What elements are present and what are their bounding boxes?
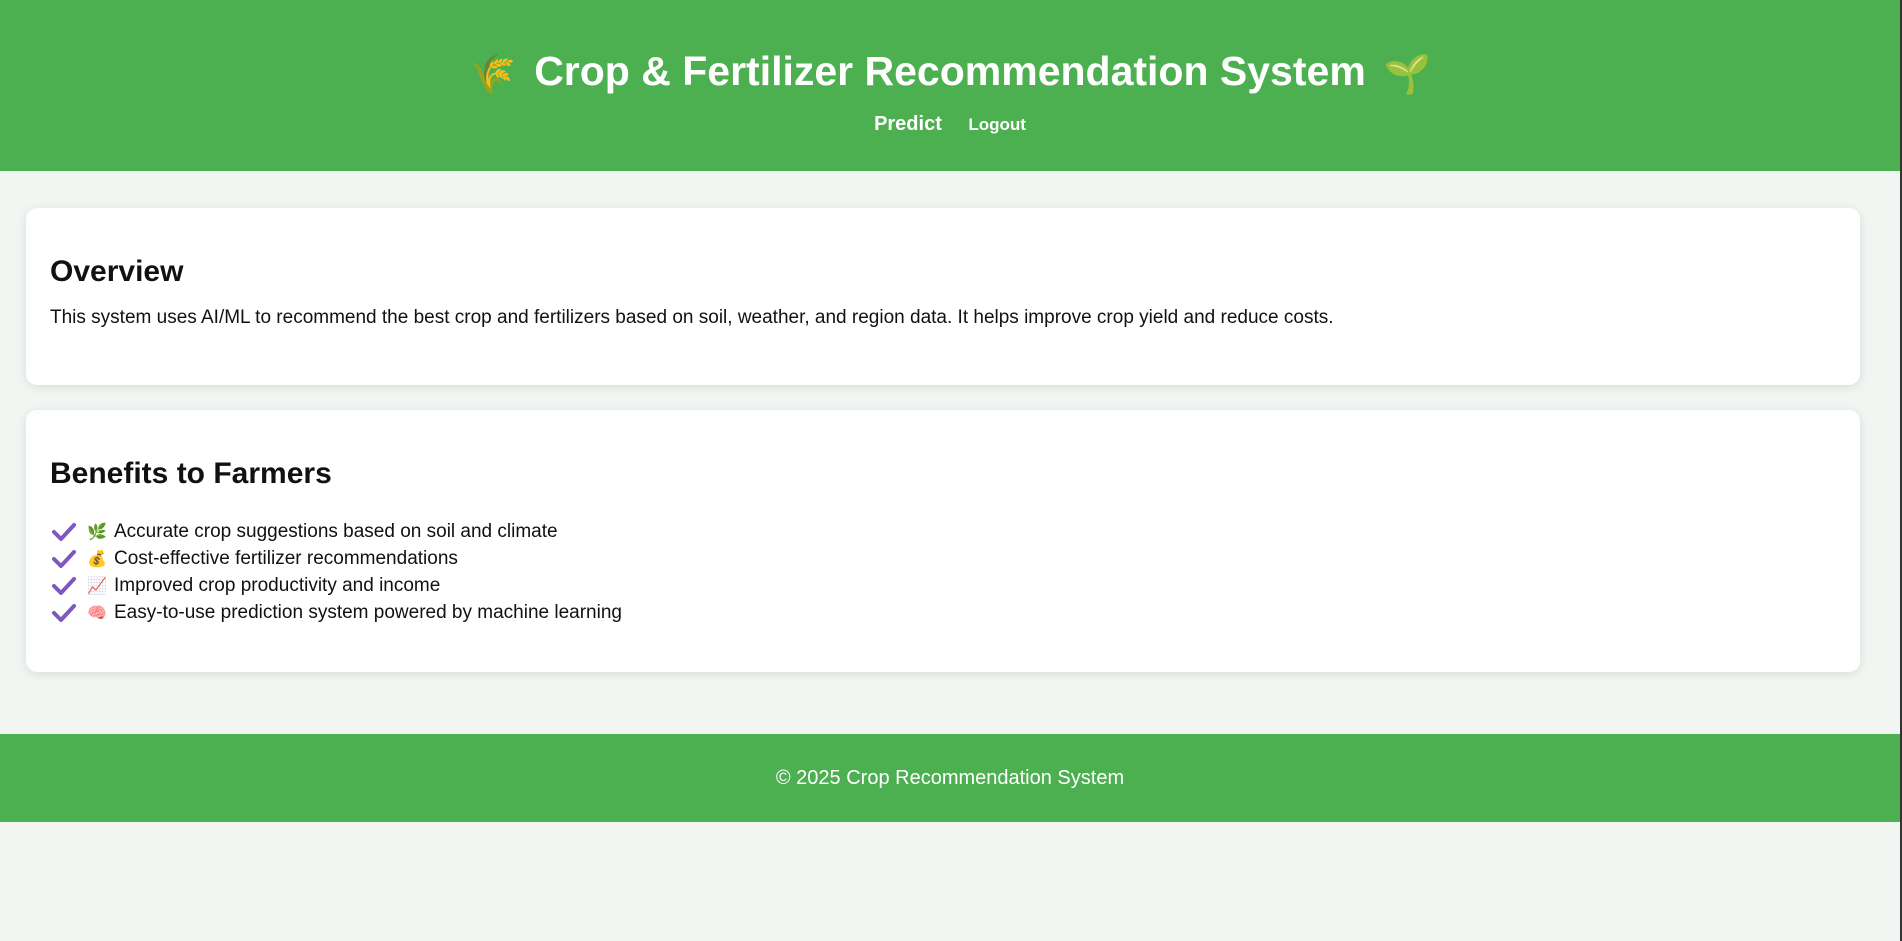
list-item: 💰 Cost-effective fertilizer recommendati… [50,545,1836,572]
herb-icon: 🌿 [87,522,107,541]
list-item: 🌿 Accurate crop suggestions based on soi… [50,518,1836,545]
benefit-text: Improved crop productivity and income [114,575,441,596]
check-mark-icon [52,603,76,622]
site-header: 🌾 Crop & Fertilizer Recommendation System… [0,0,1900,171]
chart-increasing-icon: 📈 [87,576,107,595]
benefit-text: Easy-to-use prediction system powered by… [114,602,622,623]
sheaf-of-rice-icon: 🌾 [468,52,517,97]
benefits-card: Benefits to Farmers 🌿 Accurate crop sugg… [26,410,1860,672]
nav-link-predict[interactable]: Predict [874,113,942,136]
overview-text: This system uses AI/ML to recommend the … [50,307,1334,328]
main-nav: Predict Logout [0,113,1900,136]
page-title: 🌾 Crop & Fertilizer Recommendation System… [0,0,1900,99]
page-title-text: Crop & Fertilizer Recommendation System [534,48,1366,94]
nav-link-logout[interactable]: Logout [968,115,1026,135]
benefit-text: Cost-effective fertilizer recommendation… [114,548,458,569]
benefit-text: Accurate crop suggestions based on soil … [114,521,558,542]
check-mark-icon [52,576,76,595]
overview-heading: Overview [50,255,184,288]
benefits-list: 🌿 Accurate crop suggestions based on soi… [50,518,1836,626]
footer-copyright: © 2025 Crop Recommendation System [775,767,1125,789]
site-footer: © 2025 Crop Recommendation System [0,734,1900,822]
brain-icon: 🧠 [87,603,107,622]
check-mark-icon [52,549,76,568]
list-item: 🧠 Easy-to-use prediction system powered … [50,599,1836,626]
money-bag-icon: 💰 [87,549,107,568]
overview-card: Overview This system uses AI/ML to recom… [26,208,1860,385]
benefits-heading: Benefits to Farmers [50,457,332,490]
check-mark-icon [52,522,76,541]
page: 🌾 Crop & Fertilizer Recommendation System… [0,0,1900,941]
list-item: 📈 Improved crop productivity and income [50,572,1836,599]
seedling-icon: 🌱 [1383,52,1432,97]
